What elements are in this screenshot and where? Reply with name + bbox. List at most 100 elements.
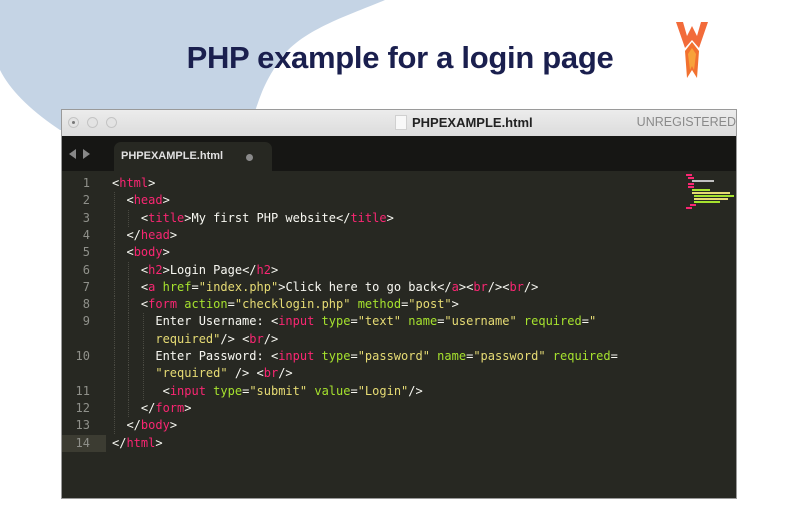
editor-window: PHPEXAMPLE.html UNREGISTERED PHPEXAMPLE.… [61,109,737,499]
string-token: "password" [473,349,546,363]
code-line[interactable]: 9 Enter Username: <input type="text" nam… [62,313,662,331]
code-text: <h2>Login Page</h2> [112,262,278,279]
code-text: </body> [112,417,177,434]
text-token: /> [278,366,293,381]
text-token: > [162,193,170,208]
text-token: > [270,262,279,277]
text-token: = [350,349,358,363]
text-token: = [350,314,358,329]
text-token: > [162,245,170,260]
code-line[interactable]: 3 <title>My first PHP website</title> [62,209,662,227]
string-token: "post" [408,297,452,312]
string-token: required" [155,331,221,346]
code-editor[interactable]: 1 <html> 2 <head> 3 <title>My first PHP web… [62,171,736,498]
text-token: </ [140,400,156,415]
text-token: </ [126,418,141,433]
tag-token: body [133,245,163,260]
text-token: < [126,193,134,208]
line-number: 8 [82,297,90,312]
line-number: 5 [82,245,90,260]
attribute-token: value [314,383,351,398]
zoom-window-button[interactable] [106,117,117,128]
text-token: />< [487,279,510,294]
unsaved-dot-icon[interactable] [246,154,253,161]
tag-token: h2 [256,262,271,277]
string-token: "Login" [357,383,409,398]
line-number: 11 [75,383,90,398]
minimize-window-button[interactable] [87,117,98,128]
code-text: Enter Password: <input type="password" n… [112,348,618,365]
text-token: Enter Password: < [155,349,279,363]
tag-token: br [249,331,264,346]
code-line[interactable]: 1 <html> [62,175,662,192]
text-token: > [169,418,178,433]
tab-phpexample[interactable]: PHPEXAMPLE.html [114,142,272,171]
close-window-button[interactable] [68,117,79,128]
text-token: >My first PHP website</ [184,210,351,225]
text-token: = [610,349,618,363]
text-token: > [155,435,163,450]
tag-token: input [278,314,315,329]
tab-forward-arrow-icon[interactable] [83,149,90,159]
tag-token: input [169,383,206,398]
code-text: <body> [112,244,170,261]
tag-token: title [350,210,387,225]
text-token: > [169,227,178,242]
string-token: "password" [357,349,430,363]
tab-back-arrow-icon[interactable] [69,149,76,159]
line-number: 3 [82,210,90,225]
string-token: "index.php" [198,279,279,294]
code-line[interactable]: 11 <input type="submit" value="Login"/> [62,382,662,400]
tag-token: form [155,400,185,415]
code-line[interactable]: 10 Enter Password: <input type="password… [62,348,662,365]
text-token: > [386,210,394,225]
line-number: 9 [82,314,90,329]
attribute-token: name [408,314,438,329]
code-line[interactable]: 12 </form> [62,399,662,417]
code-line[interactable]: 4 </head> [62,226,662,244]
code-line[interactable]: 8 <form action="checklogin.php" method="… [62,296,662,314]
code-line[interactable]: required"/> <br/> [62,330,662,348]
tab-bar: PHPEXAMPLE.html [62,136,736,171]
minimap[interactable] [684,171,736,211]
tag-token: head [133,193,163,208]
code-line[interactable]: "required" /> <br/> [62,365,662,383]
line-number: 1 [82,176,90,190]
text-token: </ [126,227,141,242]
tag-token: body [140,418,170,433]
tag-token: html [126,435,156,450]
code-line[interactable]: 7 <a href="index.php">Click here to go b… [62,278,662,296]
string-token: "username" [444,314,517,329]
line-number: 6 [82,262,90,277]
text-token: /> [408,383,423,398]
text-token: </ [112,435,127,450]
tag-token: h2 [148,262,163,277]
code-text: <input type="submit" value="Login"/> [112,383,423,400]
text-token: /> < [227,366,264,381]
code-line[interactable]: 14 </html> [62,434,662,452]
code-line[interactable]: 6 <h2>Login Page</h2> [62,261,662,279]
tag-token: br [263,366,279,381]
attribute-token: href [162,279,192,294]
text-token: > [451,297,459,312]
code-line[interactable]: 13 </body> [62,417,662,435]
line-number: 7 [82,279,90,294]
document-icon [395,115,407,130]
text-token: = [227,297,235,312]
text-token: = [581,314,589,329]
code-text: </form> [112,400,192,417]
string-token: "required" [155,366,228,381]
line-number: 4 [82,227,90,242]
attribute-token: required [523,314,582,329]
code-line[interactable]: 5 <body> [62,244,662,262]
code-text: required"/> <br/> [112,331,278,348]
code-line[interactable]: 2 <head> [62,192,662,210]
code-text: <head> [112,192,170,209]
code-text: <a href="index.php">Click here to go bac… [112,279,538,296]
attribute-token: method [357,297,402,312]
line-number: 10 [75,349,90,363]
code-text: "required" /> <br/> [112,365,293,382]
string-token: "text" [357,314,402,329]
